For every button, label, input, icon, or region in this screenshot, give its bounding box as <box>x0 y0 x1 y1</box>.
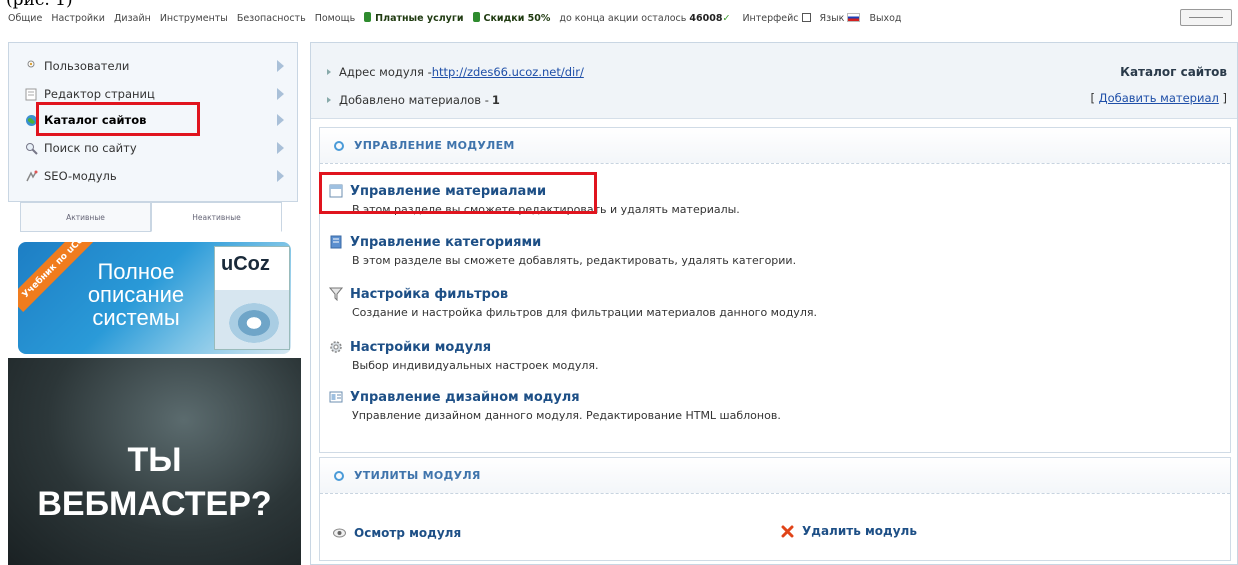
menu-help[interactable]: Помощь <box>315 13 355 24</box>
sidebar-tabs: Активные Неактивные <box>20 202 282 232</box>
ucoz-tutorial-banner[interactable]: Учебник по uCoz Полное описание системы … <box>18 242 291 354</box>
search-icon <box>24 141 38 155</box>
sidebar-item-label: SEO-модуль <box>44 169 117 183</box>
entry-description: В этом разделе вы сможете добавлять, ред… <box>352 254 797 267</box>
book-cover-image: uCoz <box>214 246 290 350</box>
module-info-bar: Адрес модуля - http://zdes66.ucoz.net/di… <box>311 43 1237 119</box>
menu-settings[interactable]: Настройки <box>51 13 105 24</box>
chevron-right-icon <box>277 142 284 154</box>
chevron-right-icon <box>277 88 284 100</box>
section-header: УПРАВЛЕНИЕ МОДУЛЕМ <box>320 128 1230 164</box>
tab-inactive[interactable]: Неактивные <box>151 202 282 232</box>
language-label: Язык <box>819 12 845 24</box>
settings-icon <box>328 339 344 355</box>
ucoz-logo: uCoz <box>221 253 270 275</box>
delete-module-label: Удалить модуль <box>802 524 917 538</box>
entry-description: Создание и настройка фильтров для фильтр… <box>352 306 817 319</box>
module-settings-link[interactable]: Настройки модуля <box>350 340 491 355</box>
gem-icon <box>364 12 372 22</box>
banner-text: Полное описание системы <box>87 259 185 330</box>
entry-title-row: Настройки модуля <box>328 339 491 355</box>
interface-label: Интерфейс <box>742 12 799 24</box>
section-header: УТИЛИТЫ МОДУЛЯ <box>320 458 1230 494</box>
delete-module-button[interactable]: Удалить модуль <box>780 524 917 538</box>
chevron-right-icon <box>277 60 284 72</box>
menu-language[interactable]: Язык <box>819 12 861 24</box>
sidebar-item-users[interactable]: Пользователи <box>9 55 299 77</box>
module-title: Каталог сайтов <box>1120 65 1227 79</box>
promo-timer: до конца акции осталось 46008✓ <box>559 13 733 24</box>
bracket-close: ] <box>1218 91 1227 105</box>
count-value: 1 <box>491 93 500 107</box>
webmaster-banner[interactable]: ТЫ ВЕБМАСТЕР? <box>8 358 301 565</box>
banner-text: ТЫ ВЕБМАСТЕР? <box>37 441 272 523</box>
menu-security[interactable]: Безопасность <box>237 13 306 24</box>
add-material-link[interactable]: Добавить материал <box>1099 91 1219 105</box>
filter-icon <box>328 286 344 302</box>
page-editor-icon <box>24 87 38 101</box>
tab-active[interactable]: Активные <box>20 202 151 232</box>
eye-icon <box>332 526 346 540</box>
menu-design[interactable]: Дизайн <box>114 13 151 24</box>
red-cross-icon <box>780 524 794 538</box>
chevron-right-icon <box>277 170 284 182</box>
sidebar-item-site-search[interactable]: Поиск по сайту <box>9 137 299 159</box>
address-label: Адрес модуля - <box>339 65 432 79</box>
bracket-open: [ <box>1090 91 1099 105</box>
module-utilities-section: УТИЛИТЫ МОДУЛЯ Осмотр модуля Удалить мод… <box>319 457 1231 561</box>
circle-bullet-icon <box>334 470 344 481</box>
menu-tools[interactable]: Инструменты <box>160 13 228 24</box>
window-icon <box>801 12 811 22</box>
entry-title-row: Управление дизайном модуля <box>328 389 580 405</box>
count-label: Добавлено материалов - <box>339 93 489 107</box>
entry-title-row: Управление категориями <box>328 234 541 250</box>
manage-categories-link[interactable]: Управление категориями <box>350 235 541 250</box>
circle-bullet-icon <box>334 140 344 151</box>
promo-prefix: до конца акции осталось <box>559 12 687 24</box>
russian-flag-icon <box>847 12 861 22</box>
menu-interface[interactable]: Интерфейс <box>742 12 811 24</box>
top-menu-bar: (рис. 1) Общие Настройки Дизайн Инструме… <box>0 0 1238 34</box>
highlight-box-sidebar <box>36 102 200 136</box>
sidebar-item-label: Поиск по сайту <box>44 141 137 155</box>
seo-icon <box>24 169 38 183</box>
paid-services-label: Платные услуги <box>375 13 464 24</box>
check-icon: ✓ <box>722 12 731 24</box>
sidebar-item-seo[interactable]: SEO-модуль <box>9 165 299 187</box>
entry-description: Выбор индивидуальных настроек модуля. <box>352 359 599 372</box>
categories-icon <box>328 234 344 250</box>
promo-count: 46008 <box>689 12 723 24</box>
entry-title-row: Настройка фильтров <box>328 286 508 302</box>
inspect-module-label: Осмотр модуля <box>354 526 462 540</box>
entry-description: Управление дизайном данного модуля. Реда… <box>352 409 781 422</box>
inspect-module-button[interactable]: Осмотр модуля <box>332 526 461 540</box>
toggle-panel-icon[interactable] <box>1180 9 1232 26</box>
menu-paid-services[interactable]: Платные услуги <box>364 12 464 24</box>
module-address-link[interactable]: http://zdes66.ucoz.net/dir/ <box>432 65 584 79</box>
bullet-icon <box>327 69 331 75</box>
add-material: [ Добавить материал ] <box>1090 91 1227 105</box>
top-menu: Общие Настройки Дизайн Инструменты Безоп… <box>0 8 910 28</box>
user-icon <box>24 59 38 73</box>
menu-discount[interactable]: Скидки 50% <box>472 12 551 24</box>
sidebar-item-label: Редактор страниц <box>44 87 155 101</box>
menu-general[interactable]: Общие <box>8 13 42 24</box>
module-address: Адрес модуля - http://zdes66.ucoz.net/di… <box>327 65 584 79</box>
filter-settings-link[interactable]: Настройка фильтров <box>350 287 508 302</box>
bullet-icon <box>327 97 331 103</box>
disc-icon <box>229 303 279 343</box>
gem-icon <box>472 12 480 22</box>
materials-count: Добавлено материалов - 1 <box>327 93 500 107</box>
section-title: УПРАВЛЕНИЕ МОДУЛЕМ <box>354 139 515 152</box>
discount-label: Скидки 50% <box>483 13 551 24</box>
highlight-box-materials <box>319 172 597 214</box>
design-icon <box>328 389 344 405</box>
sidebar-item-label: Пользователи <box>44 59 130 73</box>
section-title: УТИЛИТЫ МОДУЛЯ <box>354 469 481 482</box>
chevron-right-icon <box>277 114 284 126</box>
module-content-panel: Адрес модуля - http://zdes66.ucoz.net/di… <box>310 42 1238 565</box>
module-design-link[interactable]: Управление дизайном модуля <box>350 390 580 405</box>
menu-logout[interactable]: Выход <box>869 13 901 24</box>
